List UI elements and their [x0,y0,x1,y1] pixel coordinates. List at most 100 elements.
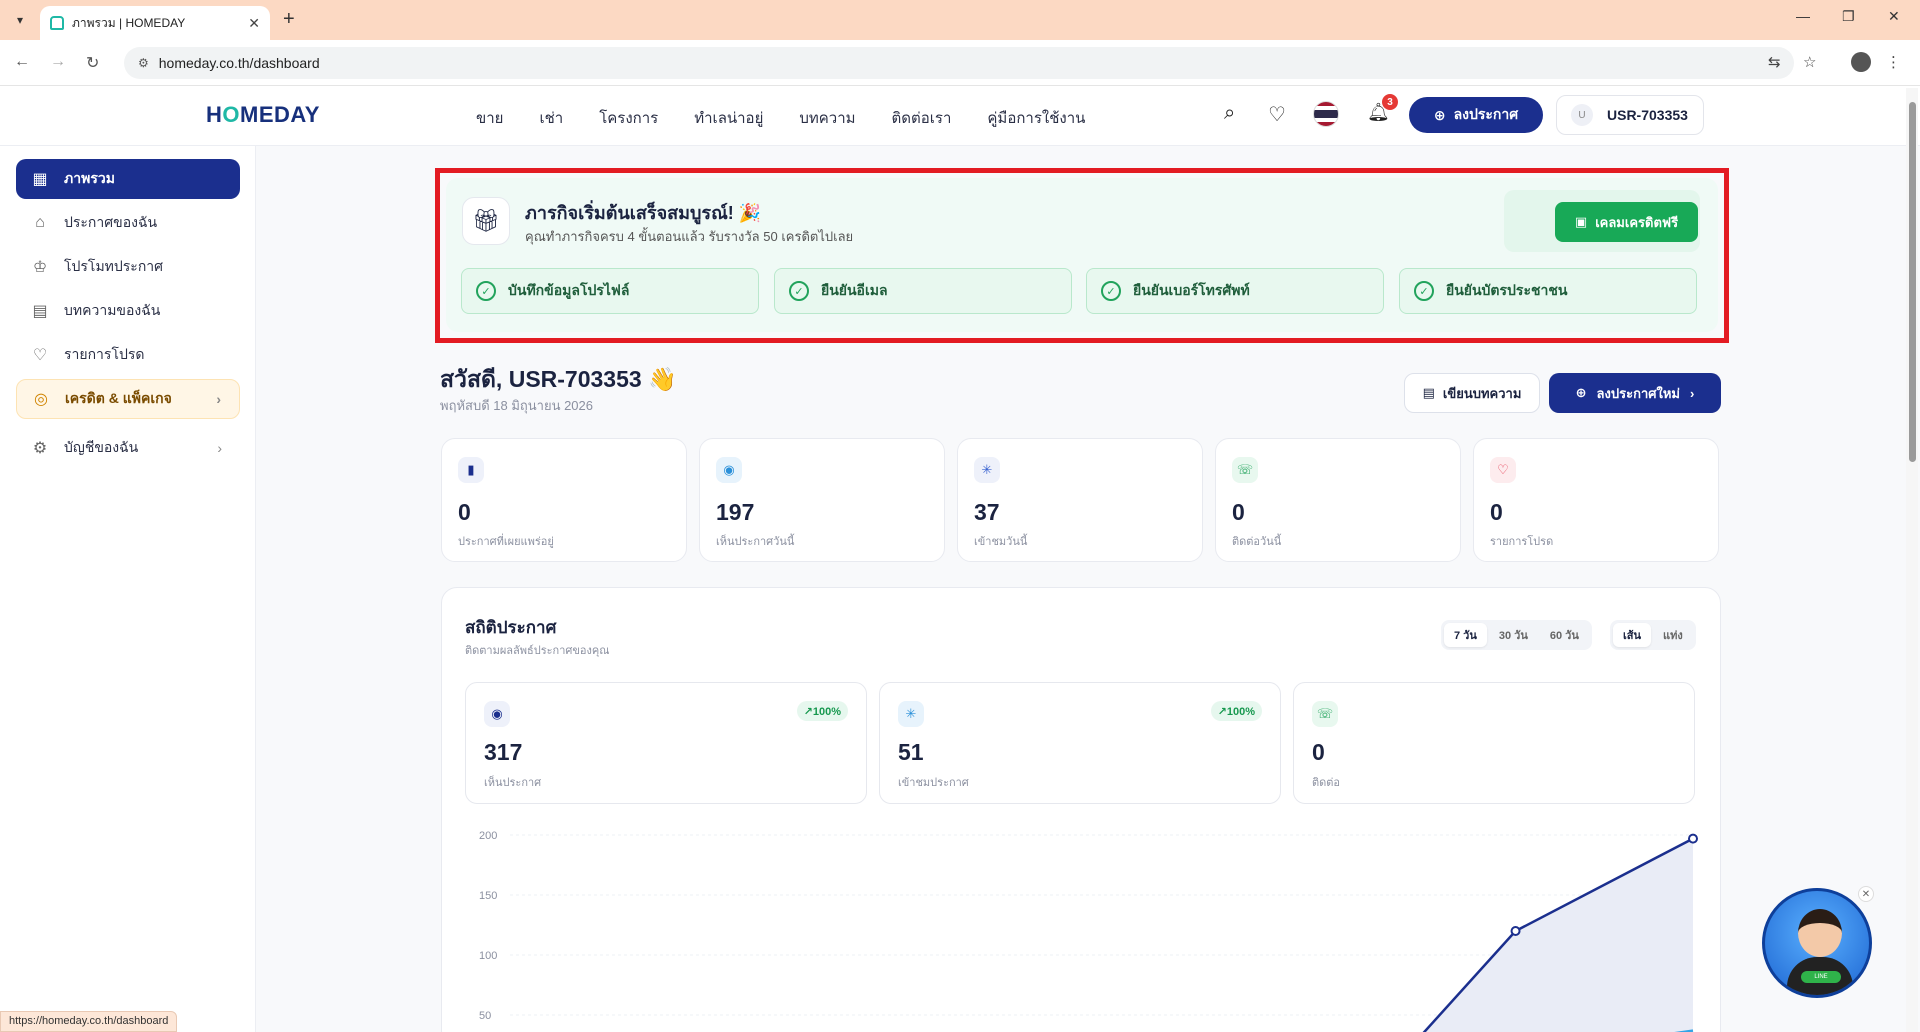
bookmark-icon: ▮ [458,457,484,483]
heart-icon: ♡ [32,347,48,364]
page-scrollbar[interactable] [1906,88,1918,1032]
window-close-icon[interactable]: ✕ [1888,8,1900,25]
user-name: USR-703353 [1607,107,1688,123]
data-point[interactable] [1510,926,1521,936]
range-30-days[interactable]: 30 วัน [1489,623,1538,647]
tab-close-icon[interactable]: ✕ [248,15,260,32]
mission-step-phone: ✓ ยืนยันเบอร์โทรศัพท์ [1086,268,1384,314]
nav-locations[interactable]: ทำเลน่าอยู่ [694,106,763,130]
kpi-label: เห็นประกาศ [484,777,542,789]
range-7-days[interactable]: 7 วัน [1444,623,1487,647]
post-listing-button[interactable]: ⊕ ลงประกาศ [1409,97,1543,133]
range-selector: 7 วัน 30 วัน 60 วัน [1441,620,1592,650]
sidebar-item-overview[interactable]: ▦ ภาพรวม [16,159,240,199]
homeday-logo[interactable]: HOMEDAY [206,102,320,128]
eye-icon: ◉ [716,457,742,483]
back-icon[interactable]: ← [14,53,30,71]
chevron-right-icon: › [217,440,222,456]
phone-icon: ☏ [1312,701,1338,727]
mascot-close-icon[interactable]: ✕ [1858,886,1874,902]
nav-buy[interactable]: ขาย [476,106,503,130]
address-bar[interactable]: ⚙ homeday.co.th/dashboard [124,47,1794,79]
y-tick-label: 200 [479,830,497,842]
phone-icon: ☏ [1232,457,1258,483]
greeting-date: พฤหัสบดี 18 มิถุนายน 2026 [440,398,593,413]
series-area [1424,838,1693,1032]
browser-tab[interactable]: ภาพรวม | HOMEDAY ✕ [40,6,270,40]
sidebar-item-my-listings[interactable]: ⌂ ประกาศของฉัน [16,203,240,243]
chart-type-bar[interactable]: แท่ง [1653,623,1693,647]
panel-subtitle: ติดตามผลลัพธ์ประกาศของคุณ [465,645,610,657]
sidebar-item-account[interactable]: ⚙ บัญชีของฉัน › [16,428,240,468]
bookmark-star-icon[interactable]: ☆ [1803,53,1816,71]
mascot-head [1798,909,1842,957]
url-text: homeday.co.th/dashboard [158,55,320,71]
kpi-card-contacts: ☏ 0 ติดต่อ [1293,682,1695,804]
mission-step-email: ✓ ยืนยันอีเมล [774,268,1072,314]
y-tick-label: 150 [479,890,497,902]
site-settings-icon[interactable]: ⚙ [138,56,149,70]
thai-flag-icon[interactable] [1313,101,1339,127]
document-icon: ▤ [32,303,48,320]
main-nav: ขาย เช่า โครงการ ทำเลน่าอยู่ บทความ ติดต… [476,106,1085,130]
search-icon[interactable]: ⌕ [1224,102,1235,125]
stat-value: 37 [974,499,1000,525]
nav-rent[interactable]: เช่า [539,106,563,130]
write-article-button[interactable]: ▤ เขียนบทความ [1404,373,1540,413]
kpi-label: ติดต่อ [1312,777,1341,789]
stat-label: เห็นประกาศวันนี้ [716,536,795,548]
notification-badge: 3 [1382,94,1398,110]
plus-circle-icon: ⊕ [1575,385,1587,400]
translate-icon[interactable]: ⇆ [1768,53,1781,71]
sidebar-item-my-articles[interactable]: ▤ บทความของฉัน [16,291,240,331]
nav-contact[interactable]: ติดต่อเรา [892,106,952,130]
sidebar: ▦ ภาพรวม ⌂ ประกาศของฉัน ♔ โปรโมทประกาศ ▤… [0,146,256,1032]
scrollbar-thumb[interactable] [1909,102,1916,462]
greeting-title: สวัสดี, USR-703353 👋 [440,366,677,392]
tab-title: ภาพรวม | HOMEDAY [72,15,186,30]
nav-guide[interactable]: คู่มือการใช้งาน [987,106,1085,130]
sidebar-item-credits[interactable]: ◎ เครดิต & แพ็คเกจ › [16,379,240,419]
restore-icon[interactable]: ❐ [1842,8,1855,25]
chrome-menu-icon[interactable]: ⋮ [1886,53,1901,71]
forward-icon[interactable]: → [50,53,66,71]
reload-icon[interactable]: ↻ [86,53,99,73]
stat-card-active-listings: ▮ 0 ประกาศที่เผยแพร่อยู่ [441,438,687,562]
stat-label: เข้าชมวันนี้ [974,536,1028,548]
sidebar-item-promote[interactable]: ♔ โปรโมทประกาศ [16,247,240,287]
coins-icon: ◎ [34,391,48,408]
stat-label: รายการโปรด [1490,536,1554,548]
document-icon: ▤ [1422,385,1435,400]
browser-tab-strip: ▾ ภาพรวม | HOMEDAY ✕ + — ❐ ✕ [0,0,1920,40]
check-circle-icon: ✓ [1101,281,1121,301]
data-point[interactable] [1688,833,1698,844]
tab-search-icon[interactable]: ▾ [8,8,32,32]
stat-value: 0 [1232,499,1245,525]
browser-profile-avatar[interactable] [1851,52,1871,72]
range-60-days[interactable]: 60 วัน [1540,623,1589,647]
claim-free-credit-button[interactable]: ▣ เคลมเครดิตฟรี [1555,202,1698,242]
chart-type-selector: เส้น แท่ง [1610,620,1696,650]
chat-assistant-mascot[interactable]: LINE [1762,888,1872,998]
new-listing-button[interactable]: ⊕ ลงประกาศใหม่ › [1549,373,1721,413]
new-tab-icon[interactable]: + [283,8,295,31]
panel-title: สถิติประกาศ [465,618,557,637]
chart-type-line[interactable]: เส้น [1613,623,1651,647]
minimize-icon[interactable]: — [1796,8,1810,24]
kpi-value: 0 [1312,739,1325,765]
grid-icon: ▦ [32,171,48,188]
stat-card-views-today: ◉ 197 เห็นประกาศวันนี้ [699,438,945,562]
crown-icon: ♔ [32,259,48,276]
user-menu[interactable]: U USR-703353 [1556,95,1704,135]
click-icon: ✳ [898,701,924,727]
stat-label: ติดต่อวันนี้ [1232,536,1282,548]
check-circle-icon: ✓ [789,281,809,301]
gift-icon: ▣ [1574,214,1588,229]
sidebar-item-favorites[interactable]: ♡ รายการโปรด [16,335,240,375]
nav-projects[interactable]: โครงการ [599,106,658,130]
kpi-card-visits: ✳ ↗100% 51 เข้าชมประกาศ [879,682,1281,804]
nav-articles[interactable]: บทความ [799,106,855,130]
favorites-heart-icon[interactable]: ♡ [1268,102,1286,127]
mission-step-id-card: ✓ ยืนยันบัตรประชาชน [1399,268,1697,314]
heart-icon: ♡ [1490,457,1516,483]
